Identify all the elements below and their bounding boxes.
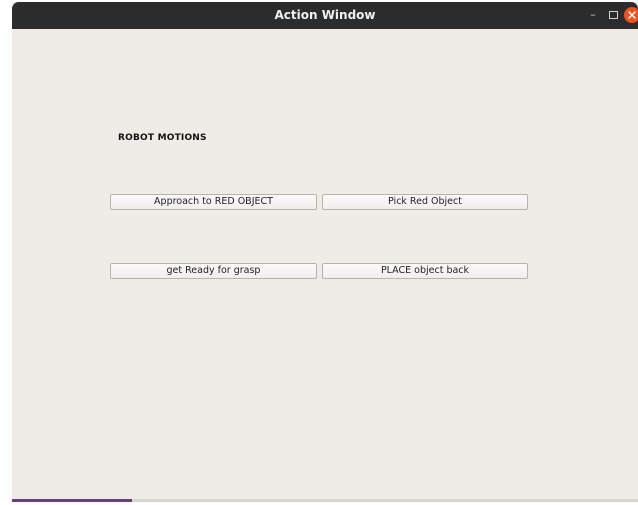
maximize-icon[interactable]	[604, 6, 622, 24]
close-icon[interactable]	[624, 7, 638, 23]
minimize-icon[interactable]: –	[584, 6, 602, 24]
title-bar[interactable]: Action Window –	[12, 2, 638, 29]
approach-red-object-button[interactable]: Approach to RED OBJECT	[110, 194, 317, 210]
action-window: Action Window – ROBOT MOTIONS Approach t…	[12, 2, 638, 502]
get-ready-for-grasp-button[interactable]: get Ready for grasp	[110, 263, 317, 279]
robot-motions-label: ROBOT MOTIONS	[118, 133, 207, 143]
window-title: Action Window	[274, 8, 376, 22]
place-object-back-button[interactable]: PLACE object back	[322, 263, 528, 279]
bottom-accent-bar	[12, 499, 132, 502]
pick-red-object-button[interactable]: Pick Red Object	[322, 194, 528, 210]
